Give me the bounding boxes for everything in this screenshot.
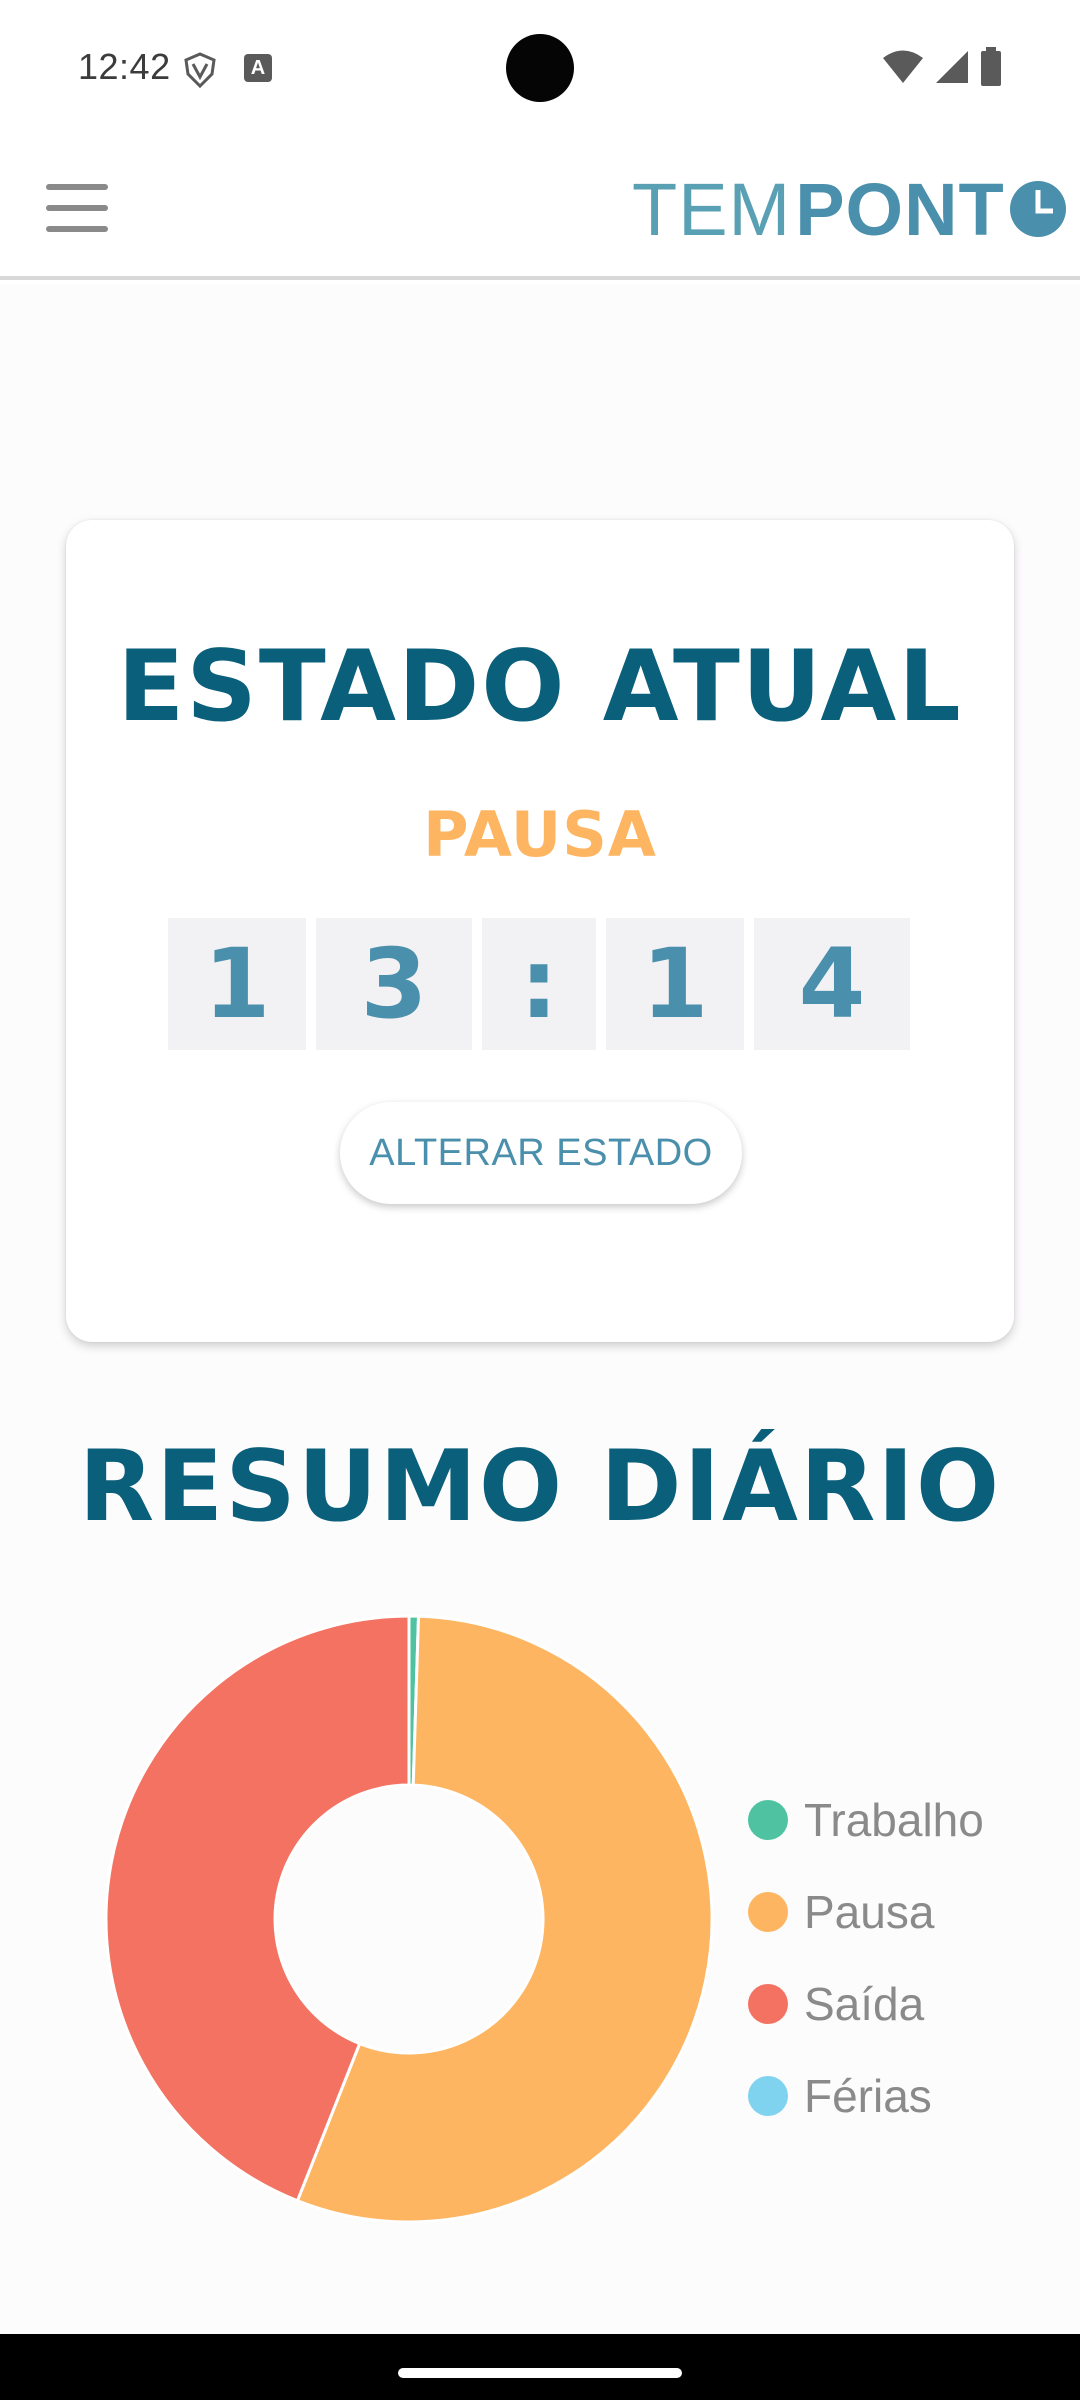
summary-title: RESUMO DIÁRIO [78, 1430, 1002, 1544]
legend-item[interactable]: Pausa [748, 1866, 984, 1958]
shield-icon [184, 52, 216, 89]
state-card: ESTADO ATUAL PAUSA 1 3 : 1 4 ALTERAR EST… [66, 520, 1014, 1342]
timer-digit: 4 [754, 918, 910, 1050]
legend-label: Saída [804, 1978, 925, 2030]
legend-label: Pausa [804, 1886, 935, 1938]
legend-dot [748, 1800, 788, 1840]
battery-icon [981, 47, 1001, 86]
state-title: ESTADO ATUAL [117, 630, 963, 744]
legend-item[interactable]: Saída [748, 1958, 984, 2050]
timer-digit: 1 [606, 918, 744, 1050]
legend-item[interactable]: Férias [748, 2050, 984, 2142]
navigation-bar [0, 2334, 1080, 2400]
logo-bold-text: PONT [795, 167, 1005, 251]
app-logo: TEM PONT [632, 168, 1067, 251]
legend-label: Trabalho [804, 1794, 984, 1846]
home-indicator[interactable] [398, 2368, 682, 2378]
camera-cutout [506, 34, 574, 102]
legend-item[interactable]: Trabalho [748, 1774, 984, 1866]
legend-dot [748, 1984, 788, 2024]
donut-chart [104, 1614, 714, 2224]
current-state: PAUSA [423, 798, 657, 871]
timer: 1 3 : 1 4 [168, 918, 910, 1050]
clock-icon [1009, 181, 1066, 237]
wifi-icon [883, 50, 923, 83]
timer-digit: 1 [168, 918, 306, 1050]
chart-legend: Trabalho Pausa Saída Férias [748, 1774, 984, 2142]
app-bar: TEM PONT [0, 134, 1080, 280]
main-content: ESTADO ATUAL PAUSA 1 3 : 1 4 ALTERAR EST… [0, 284, 1080, 2334]
legend-label: Férias [804, 2070, 932, 2122]
font-a-icon: A [244, 54, 272, 82]
status-time: 12:42 [78, 46, 171, 87]
logo-light-text: TEM [632, 167, 792, 251]
timer-digit: 3 [316, 918, 472, 1050]
status-icons [882, 46, 1002, 88]
alter-state-button[interactable]: ALTERAR ESTADO [340, 1102, 742, 1204]
timer-separator: : [482, 918, 596, 1050]
legend-dot [748, 2076, 788, 2116]
signal-icon [936, 51, 968, 83]
status-bar: 12:42 A [0, 0, 1080, 134]
legend-dot [748, 1892, 788, 1932]
hamburger-menu-icon[interactable] [46, 184, 108, 232]
